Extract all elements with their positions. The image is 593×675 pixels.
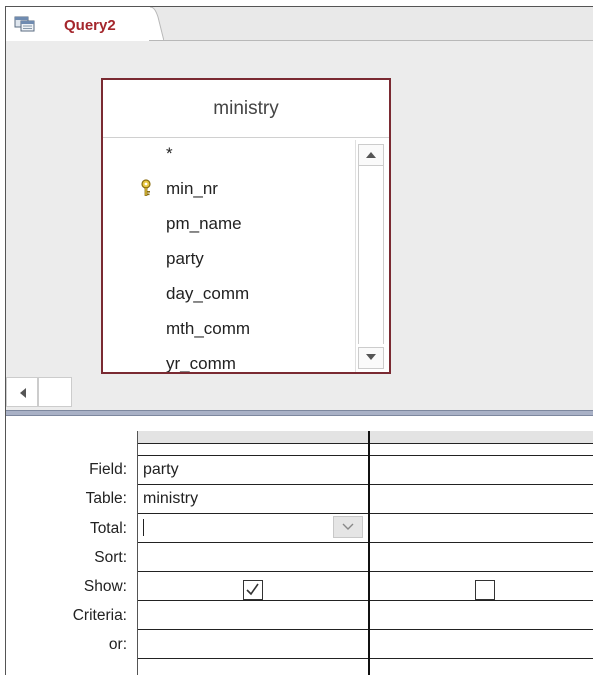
checkmark-icon [246, 583, 259, 596]
field-item-min-nr[interactable]: min_nr [166, 179, 218, 199]
field-item-pm-name[interactable]: pm_name [166, 214, 242, 234]
show-checkbox-2[interactable] [475, 580, 495, 600]
grid-line [137, 629, 593, 630]
document-tab-bar: Query2 [6, 7, 593, 42]
grid-line [137, 455, 593, 456]
grid-line [137, 513, 593, 514]
grid-line [137, 484, 593, 485]
table-title[interactable]: ministry [103, 80, 389, 138]
tab-query2[interactable]: Query2 [6, 7, 150, 42]
cell-field-1[interactable]: party [143, 461, 179, 479]
query-design-grid: Field: Table: Total: Sort: Show: Criteri… [6, 416, 593, 675]
row-label-total: Total: [89, 520, 127, 537]
field-item-day-comm[interactable]: day_comm [166, 284, 249, 304]
arrow-up-icon [366, 152, 376, 158]
row-label-criteria: Criteria: [72, 607, 127, 624]
scroll-down-button[interactable] [358, 347, 384, 369]
row-label-or: or: [108, 636, 127, 653]
column-selector-1[interactable] [137, 431, 368, 443]
grid-line [137, 571, 593, 572]
grid-line [137, 431, 138, 675]
grid-line [137, 542, 593, 543]
query-design-window: Query2 ministry * min_nr pm_name party d… [5, 6, 593, 675]
chevron-down-icon [342, 523, 354, 530]
grid-line [137, 600, 593, 601]
cell-table-1[interactable]: ministry [143, 490, 198, 508]
grid-line [137, 443, 593, 444]
row-label-sort: Sort: [94, 549, 127, 566]
grid-line [137, 658, 593, 659]
grid-line [368, 431, 370, 675]
field-item-mth-comm[interactable]: mth_comm [166, 319, 250, 339]
field-item-all[interactable]: * [166, 144, 173, 164]
text-cursor [143, 519, 144, 536]
field-list-scrollbar[interactable] [355, 140, 385, 372]
primary-key-icon [141, 179, 151, 196]
scroll-left-button[interactable] [6, 377, 38, 407]
tab-edge [144, 7, 164, 41]
arrow-down-icon [366, 354, 376, 360]
scroll-up-button[interactable] [358, 144, 384, 166]
arrow-left-icon [19, 388, 26, 398]
scroll-thumb[interactable] [38, 377, 72, 407]
row-label-field: Field: [89, 461, 127, 478]
scroll-track[interactable] [358, 166, 384, 344]
table-pane-horizontal-scrollbar[interactable] [6, 375, 593, 410]
field-list: * min_nr pm_name party day_comm mth_comm… [103, 138, 355, 372]
row-label-table: Table: [85, 490, 127, 507]
total-dropdown-button[interactable] [333, 516, 363, 538]
field-item-yr-comm[interactable]: yr_comm [166, 354, 236, 372]
field-item-party[interactable]: party [166, 249, 204, 269]
query-icon [14, 16, 35, 32]
column-selector-2[interactable] [370, 431, 593, 443]
table-field-list-ministry[interactable]: ministry * min_nr pm_name party day_comm… [101, 78, 391, 374]
row-label-show: Show: [83, 578, 127, 595]
tab-label: Query2 [64, 17, 116, 34]
show-checkbox-1[interactable] [243, 580, 263, 600]
table-pane[interactable]: ministry * min_nr pm_name party day_comm… [6, 41, 593, 375]
